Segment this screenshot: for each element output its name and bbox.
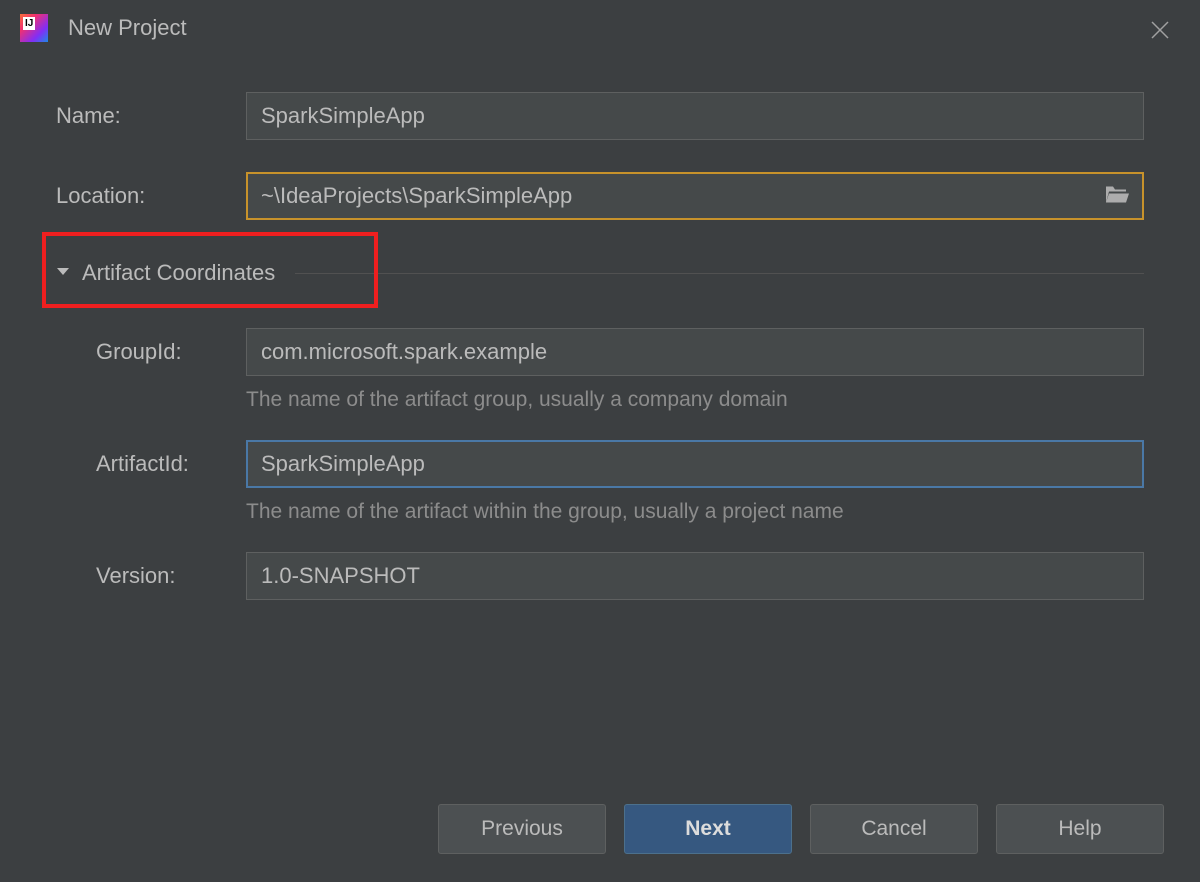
groupid-label: GroupId: bbox=[96, 339, 246, 365]
section-title: Artifact Coordinates bbox=[82, 260, 275, 286]
previous-button[interactable]: Previous bbox=[438, 804, 606, 854]
groupid-input[interactable] bbox=[246, 328, 1144, 376]
location-row: Location: bbox=[56, 172, 1144, 220]
intellij-icon: IJ bbox=[20, 14, 48, 42]
version-input[interactable] bbox=[246, 552, 1144, 600]
version-row: Version: bbox=[96, 552, 1144, 600]
dialog-content: Name: Location: Artifact Coordinates Gro… bbox=[0, 52, 1200, 600]
name-row: Name: bbox=[56, 92, 1144, 140]
artifactid-label: ArtifactId: bbox=[96, 451, 246, 477]
name-input[interactable] bbox=[246, 92, 1144, 140]
artifactid-help: The name of the artifact within the grou… bbox=[246, 500, 1144, 524]
version-label: Version: bbox=[96, 563, 246, 589]
window-title: New Project bbox=[68, 15, 187, 41]
help-button[interactable]: Help bbox=[996, 804, 1164, 854]
section-divider bbox=[295, 273, 1144, 274]
artifactid-input[interactable] bbox=[246, 440, 1144, 488]
artifact-fields: GroupId: The name of the artifact group,… bbox=[56, 328, 1144, 600]
close-icon[interactable] bbox=[1148, 18, 1172, 42]
artifact-coordinates-section[interactable]: Artifact Coordinates bbox=[56, 252, 1144, 294]
groupid-help: The name of the artifact group, usually … bbox=[246, 388, 1144, 412]
next-button[interactable]: Next bbox=[624, 804, 792, 854]
chevron-down-icon bbox=[56, 264, 70, 283]
button-bar: Previous Next Cancel Help bbox=[438, 804, 1164, 854]
location-input[interactable] bbox=[246, 172, 1144, 220]
folder-open-icon[interactable] bbox=[1104, 183, 1130, 210]
titlebar: IJ New Project bbox=[0, 0, 1200, 52]
cancel-button[interactable]: Cancel bbox=[810, 804, 978, 854]
location-label: Location: bbox=[56, 183, 246, 209]
name-label: Name: bbox=[56, 103, 246, 129]
groupid-row: GroupId: bbox=[96, 328, 1144, 376]
artifactid-row: ArtifactId: bbox=[96, 440, 1144, 488]
